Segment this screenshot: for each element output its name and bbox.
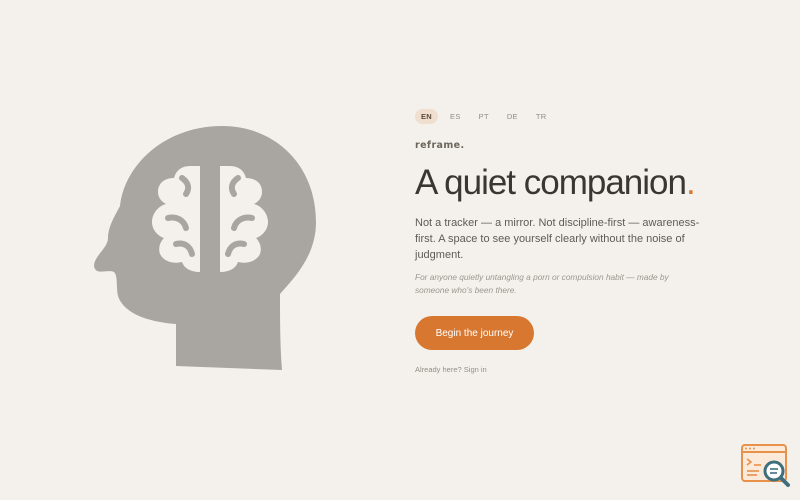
head-brain-icon <box>94 126 318 372</box>
brand-logo-text: reframe. <box>415 140 465 151</box>
lang-de[interactable]: DE <box>501 109 524 124</box>
page-headline: A quiet companion. <box>415 163 715 203</box>
audience-note: For anyone quietly untangling a porn or … <box>415 272 669 295</box>
window-search-icon[interactable] <box>741 444 791 488</box>
begin-journey-button[interactable]: Begin the journey <box>415 316 534 350</box>
lang-tr[interactable]: TR <box>530 109 553 124</box>
description-text: Not a tracker — a mirror. Not discipline… <box>415 217 700 261</box>
lang-en[interactable]: EN <box>415 108 439 124</box>
headline-text: A quiet companion <box>415 163 687 202</box>
lang-es[interactable]: ES <box>444 109 467 124</box>
sign-in-link[interactable]: Already here? Sign in <box>415 365 715 374</box>
lang-pt[interactable]: PT <box>473 109 495 124</box>
headline-accent-dot: . <box>685 163 696 202</box>
language-switcher: EN ES PT DE TR <box>415 108 715 124</box>
hero-content: EN ES PT DE TR reframe. A quiet companio… <box>415 108 715 374</box>
